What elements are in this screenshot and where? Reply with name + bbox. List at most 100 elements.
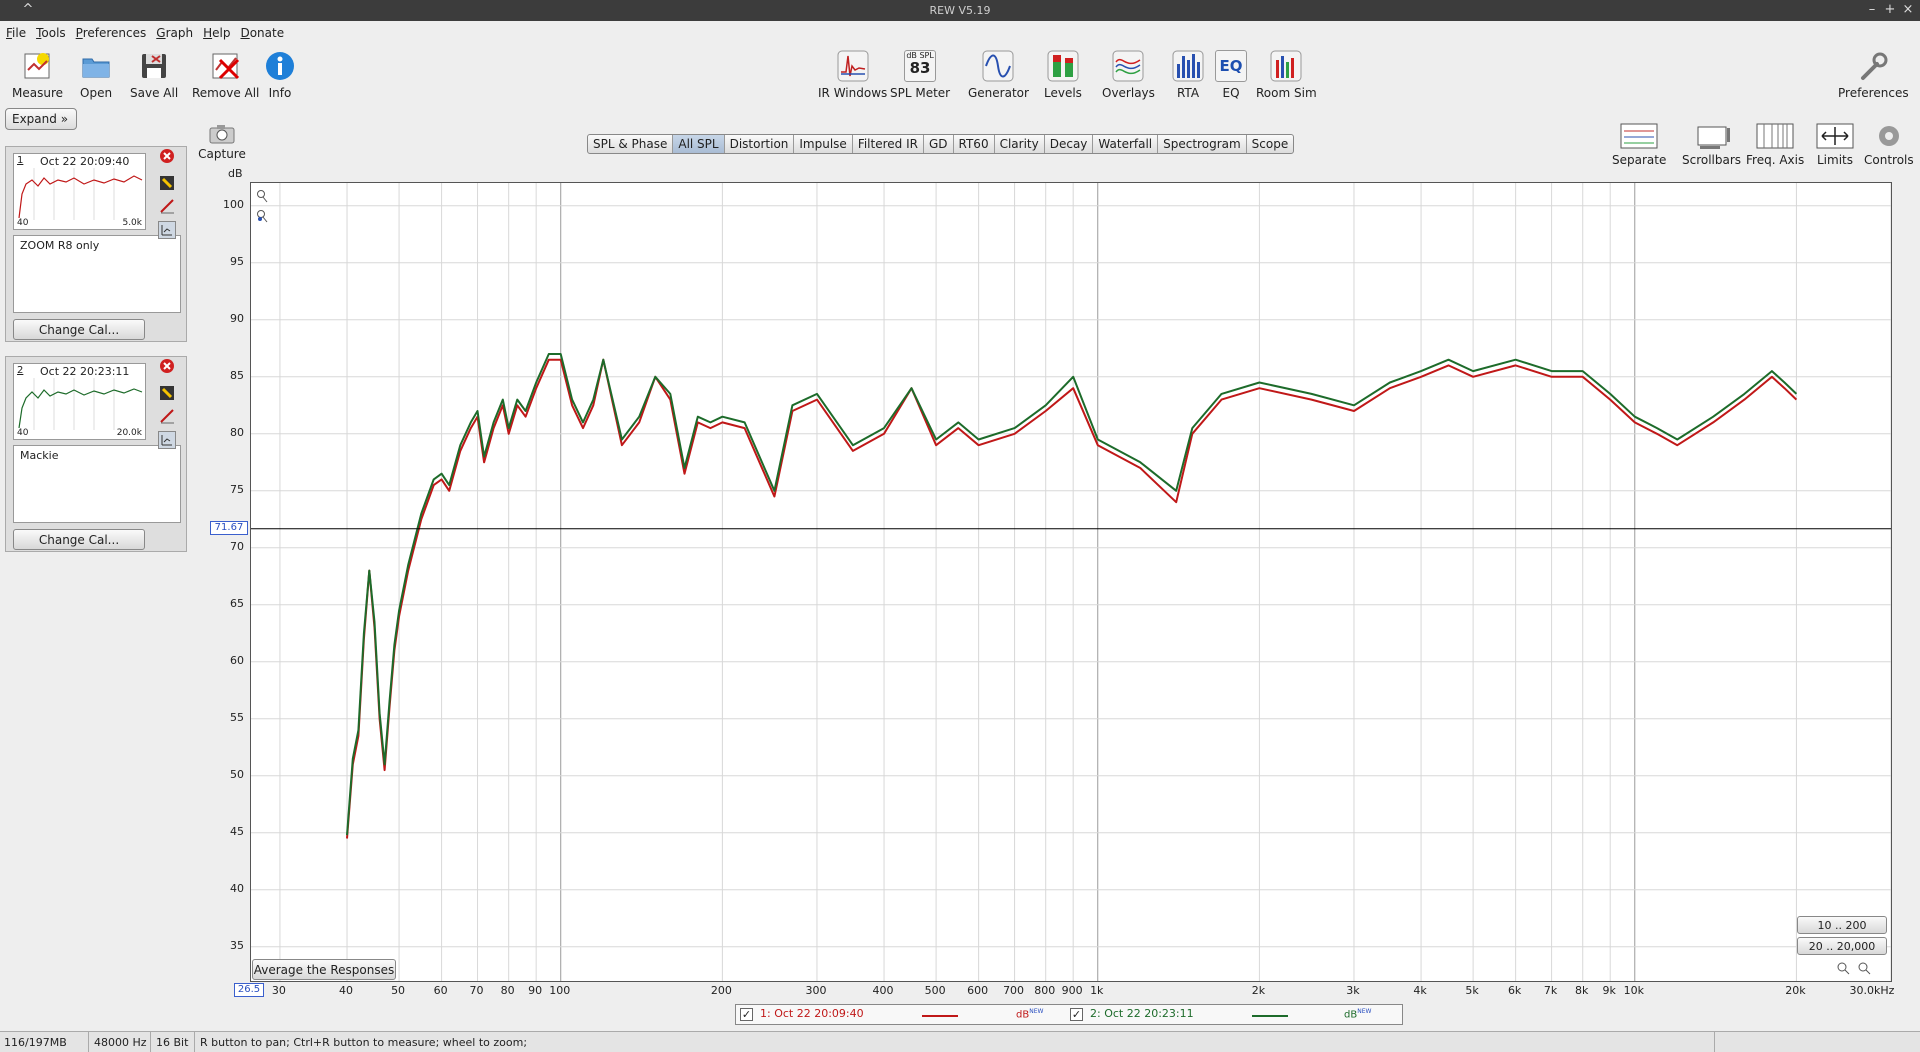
cursor-value-readout[interactable]: 71.67 [210, 521, 248, 535]
tab-scope[interactable]: Scope [1247, 135, 1294, 153]
legend-unit-1: dBNEW [1016, 1008, 1044, 1021]
room-sim-icon [1270, 50, 1302, 82]
tab-spl-phase[interactable]: SPL & Phase [588, 135, 674, 153]
chart-options-icon[interactable] [158, 221, 176, 239]
zoom-out-x-icon[interactable] [1857, 961, 1871, 978]
room-sim-button[interactable]: Room Sim [1256, 50, 1317, 100]
separate-button[interactable]: Separate [1612, 122, 1666, 167]
tab-gd[interactable]: GD [924, 135, 954, 153]
eq-icon: EQ [1215, 50, 1247, 82]
main-toolbar: Measure Open Save All Remove All Info IR… [0, 44, 1920, 102]
change-cal-button[interactable]: Change Cal... [13, 529, 145, 550]
y-tick-label: 40 [230, 881, 244, 895]
tab-spectrogram[interactable]: Spectrogram [1158, 135, 1247, 153]
menu-donate[interactable]: Donate [234, 21, 288, 40]
x-tick-label: 5k [1465, 984, 1479, 997]
spl-graph-canvas[interactable] [251, 183, 1892, 981]
scrollbars-button[interactable]: Scrollbars [1682, 122, 1741, 167]
y-tick-label: 50 [230, 767, 244, 781]
measurement-thumbnail[interactable]: 2 Oct 22 20:23:11 40 20.0k [13, 363, 146, 440]
tab-rt60[interactable]: RT60 [954, 135, 995, 153]
rta-button[interactable]: RTA [1172, 50, 1204, 100]
scrollbars-icon [1693, 122, 1731, 150]
remove-measurement-icon[interactable] [158, 147, 176, 165]
y-tick-label: 100 [223, 197, 244, 211]
zoom-out-y-icon[interactable] [256, 209, 268, 226]
x-tick-label: 10k [1623, 984, 1644, 997]
levels-icon [1047, 50, 1079, 82]
measurement-card-2[interactable]: 2 Oct 22 20:23:11 40 20.0k Mackie Change… [5, 356, 187, 552]
tab-clarity[interactable]: Clarity [995, 135, 1045, 153]
tab-distortion[interactable]: Distortion [725, 135, 795, 153]
tab-filtered-ir[interactable]: Filtered IR [853, 135, 924, 153]
zoom-in-y-icon[interactable] [256, 189, 268, 206]
legend-checkbox-2[interactable]: ✓ [1070, 1008, 1083, 1021]
remove-all-button[interactable]: Remove All [192, 50, 259, 100]
x-tick-label: 20k [1785, 984, 1806, 997]
menu-help[interactable]: Help [197, 21, 234, 40]
save-measurement-icon[interactable] [158, 174, 176, 192]
close-icon[interactable]: × [1900, 2, 1916, 18]
generator-icon [982, 50, 1014, 82]
measurement-notes[interactable]: Mackie [13, 445, 181, 523]
edit-color-icon[interactable] [158, 407, 176, 425]
minimize-icon[interactable]: – [1864, 2, 1880, 18]
eq-button[interactable]: EQ EQ [1215, 50, 1247, 100]
series-line-1 [346, 358, 1798, 839]
menu-graph[interactable]: Graph [150, 21, 197, 40]
save-all-button[interactable]: Save All [130, 50, 178, 100]
x-min-readout[interactable]: 26.5 [234, 983, 264, 997]
measure-icon [22, 50, 54, 82]
memory-usage[interactable]: 116/197MB [4, 1036, 67, 1049]
preferences-button[interactable]: Preferences [1838, 50, 1909, 100]
x-tick-label: 900 [1061, 984, 1083, 997]
menu-file[interactable]: File [0, 21, 30, 40]
overlays-button[interactable]: Overlays [1102, 50, 1155, 100]
measurement-notes[interactable]: ZOOM R8 only [13, 235, 181, 313]
levels-button[interactable]: Levels [1044, 50, 1082, 100]
measurement-panel: Expand » 1 Oct 22 20:09:40 40 5.0k ZOOM … [0, 104, 190, 552]
graph-tabs: SPL & Phase All SPL Distortion Impulse F… [587, 134, 1295, 154]
range-20-20000-button[interactable]: 20 .. 20,000 [1797, 937, 1887, 955]
menu-tools[interactable]: Tools [30, 21, 70, 40]
maximize-icon[interactable]: + [1882, 2, 1898, 18]
tab-decay[interactable]: Decay [1045, 135, 1094, 153]
freq-axis-button[interactable]: Freq. Axis [1746, 122, 1804, 167]
bit-depth: 16 Bit [156, 1036, 189, 1049]
tab-waterfall[interactable]: Waterfall [1093, 135, 1159, 153]
open-button[interactable]: Open [80, 50, 112, 100]
average-responses-button[interactable]: Average the Responses [252, 959, 396, 980]
y-tick-label: 75 [230, 482, 244, 496]
zoom-in-x-icon[interactable] [1836, 961, 1850, 978]
menu-preferences[interactable]: Preferences [70, 21, 151, 40]
measure-button[interactable]: Measure [12, 50, 63, 100]
save-icon [138, 50, 170, 82]
info-button[interactable]: Info [264, 50, 296, 100]
limits-icon [1816, 122, 1854, 150]
controls-button[interactable]: Controls [1864, 122, 1914, 167]
status-hint: R button to pan; Ctrl+R button to measur… [200, 1036, 528, 1049]
tab-impulse[interactable]: Impulse [794, 135, 853, 153]
change-cal-button[interactable]: Change Cal... [13, 319, 145, 340]
save-measurement-icon[interactable] [158, 384, 176, 402]
y-tick-label: 70 [230, 539, 244, 553]
expand-button[interactable]: Expand » [5, 108, 77, 130]
x-tick-label: 700 [1003, 984, 1025, 997]
range-10-200-button[interactable]: 10 .. 200 [1797, 916, 1887, 934]
y-tick-label: 35 [230, 938, 244, 952]
tab-all-spl[interactable]: All SPL [673, 135, 725, 153]
limits-button[interactable]: Limits [1816, 122, 1854, 167]
grid [251, 183, 1892, 981]
chart-options-icon[interactable] [158, 431, 176, 449]
spl-meter-button[interactable]: dB SPL 83 SPL Meter [890, 50, 950, 100]
legend-unit-2: dBNEW [1344, 1008, 1372, 1021]
generator-button[interactable]: Generator [968, 50, 1029, 100]
remove-measurement-icon[interactable] [158, 357, 176, 375]
edit-color-icon[interactable] [158, 197, 176, 215]
legend-checkbox-1[interactable]: ✓ [740, 1008, 753, 1021]
spl-graph[interactable] [250, 182, 1892, 982]
measurement-thumbnail[interactable]: 1 Oct 22 20:09:40 40 5.0k [13, 153, 146, 230]
capture-button[interactable]: Capture [198, 122, 246, 161]
ir-windows-button[interactable]: IR Windows [818, 50, 887, 100]
measurement-card-1[interactable]: 1 Oct 22 20:09:40 40 5.0k ZOOM R8 only C… [5, 146, 187, 342]
